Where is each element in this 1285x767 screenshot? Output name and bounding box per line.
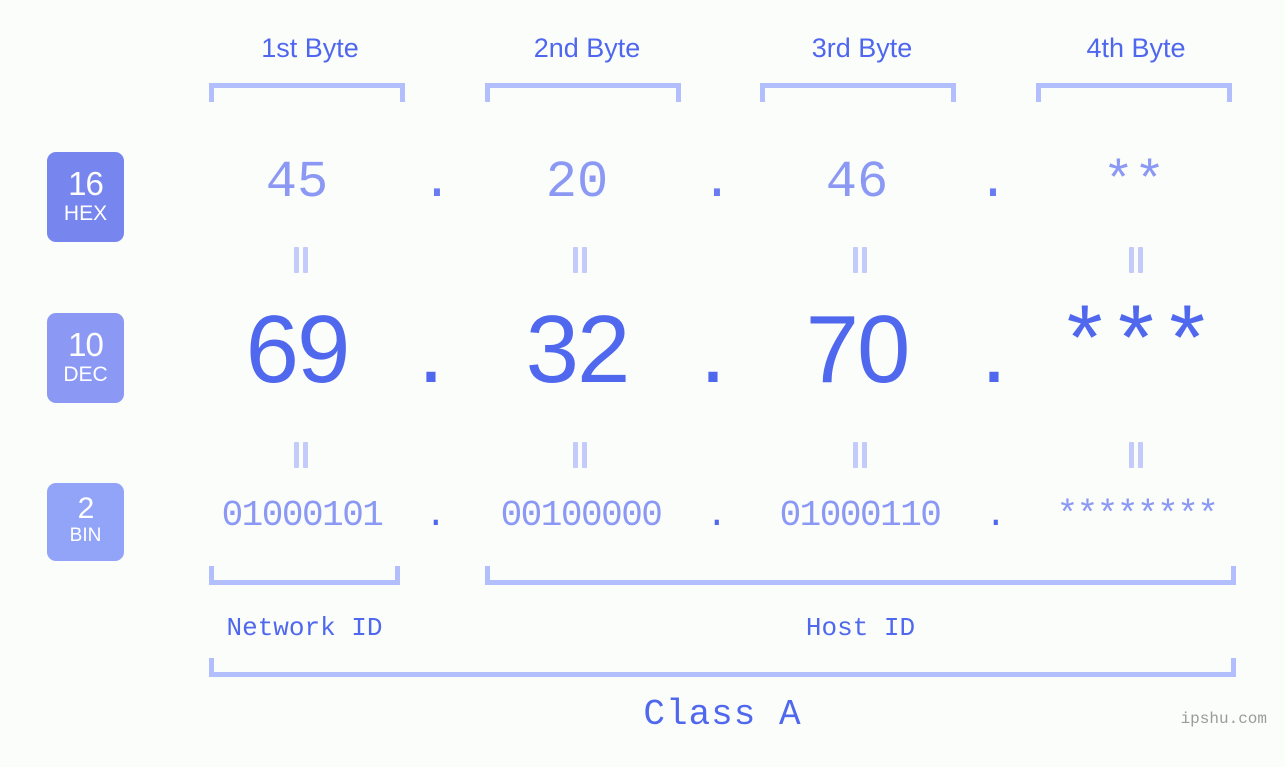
host-id-bracket [485,566,1236,585]
bin-separator-3: . [984,495,1007,536]
bin-value-byte-2: 00100000 [500,495,663,536]
base-badge-hex-label: HEX [63,202,108,225]
equals-mark-hex-dec-2 [571,247,589,273]
hex-separator-1: . [421,153,453,212]
base-badge-hex-number: 16 [68,165,104,202]
dec-value-byte-1: 69 [245,296,351,403]
byte-bracket-4 [1036,83,1232,102]
byte-header-4: 4th Byte [1086,33,1186,63]
byte-bracket-2 [485,83,681,102]
bin-separator-2: . [705,495,728,536]
equals-mark-dec-bin-1 [292,442,310,468]
ip-breakdown-diagram: 1st Byte 2nd Byte 3rd Byte 4th Byte 16 H… [0,0,1285,767]
base-badge-hex: 16 HEX [47,152,124,242]
base-badge-bin-label: BIN [69,525,102,546]
bin-value-byte-3: 01000110 [779,495,942,536]
dec-value-byte-2: 32 [525,296,631,403]
network-id-bracket [209,566,400,585]
dec-separator-3: . [980,296,1008,403]
hex-separator-3: . [977,153,1009,212]
equals-mark-dec-bin-4 [1127,442,1145,468]
byte-header-3: 3rd Byte [811,33,913,63]
equals-mark-hex-dec-3 [851,247,869,273]
dec-value-byte-4: *** [1057,295,1215,400]
class-label: Class A [643,694,802,735]
hex-value-byte-2: 20 [545,153,609,212]
site-watermark: ipshu.com [1180,710,1267,728]
host-id-label: Host ID [805,613,916,643]
base-badge-dec: 10 DEC [47,313,124,403]
bin-value-byte-1: 01000101 [221,495,384,536]
equals-mark-dec-bin-2 [571,442,589,468]
base-badge-bin-number: 2 [77,492,95,525]
bin-separator-1: . [424,495,447,536]
hex-value-byte-1: 45 [265,153,329,212]
byte-bracket-3 [760,83,956,102]
dec-separator-2: . [699,296,727,403]
base-badge-bin: 2 BIN [47,483,124,561]
hex-separator-2: . [701,153,733,212]
equals-mark-dec-bin-3 [851,442,869,468]
dec-value-byte-3: 70 [805,296,911,403]
equals-mark-hex-dec-4 [1127,247,1145,273]
hex-value-byte-4: ** [1102,153,1166,212]
hex-value-byte-3: 46 [825,153,889,212]
bin-value-byte-4: ******** [1056,495,1219,536]
dec-separator-1: . [417,296,445,403]
equals-mark-hex-dec-1 [292,247,310,273]
network-id-label: Network ID [226,613,383,643]
byte-bracket-1 [209,83,405,102]
base-badge-dec-label: DEC [63,363,108,386]
class-bracket [209,658,1236,677]
byte-header-1: 1st Byte [261,33,359,63]
base-badge-dec-number: 10 [68,326,104,363]
byte-header-2: 2nd Byte [533,33,641,63]
